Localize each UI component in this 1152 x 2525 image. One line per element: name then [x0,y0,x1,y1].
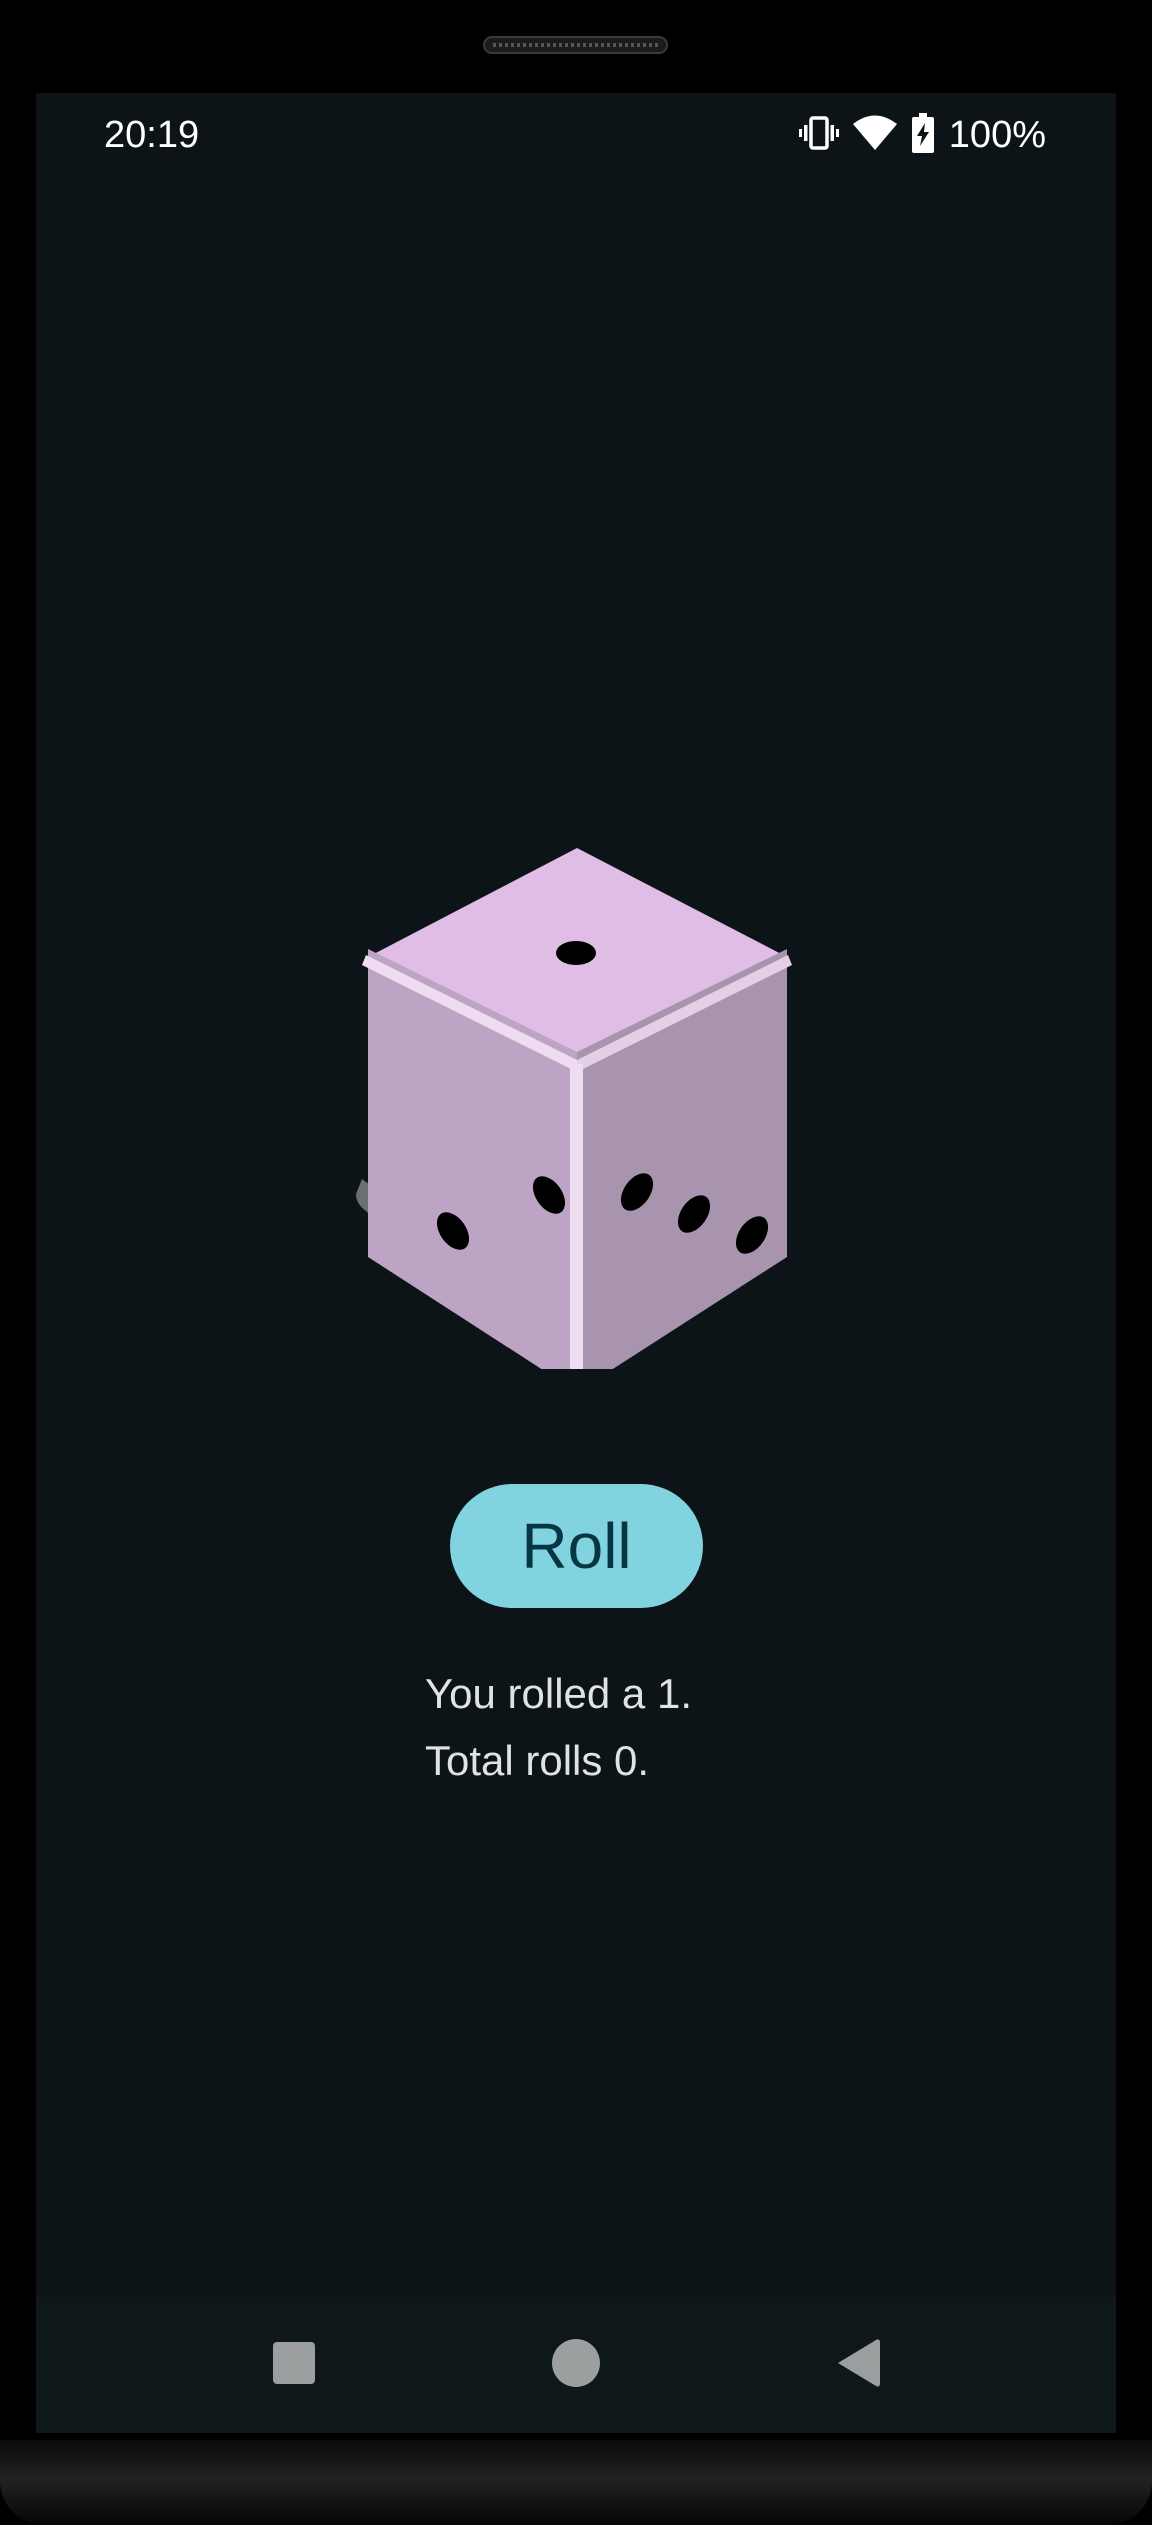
status-icons: 100% [798,111,1046,159]
status-bar: 20:19 100% [36,93,1116,177]
recents-button[interactable] [224,2297,364,2433]
battery-charging-icon [911,112,935,158]
back-icon [836,2338,880,2393]
status-time: 20:19 [104,114,200,156]
rolled-value-text: You rolled a 1. [425,1670,692,1717]
home-icon [552,2338,600,2392]
app-screen: 20:19 100% Roll You rolled a 1. Total ro… [36,93,1116,2433]
recents-icon [273,2341,315,2389]
bottom-bezel [0,2440,1152,2525]
battery-percentage: 100% [948,114,1046,156]
total-rolls-text: Total rolls 0. [425,1737,650,1784]
roll-button[interactable]: Roll [450,1484,703,1608]
dice-graphic [356,848,792,1392]
back-button[interactable] [788,2297,928,2433]
dice-front-edge [570,1064,583,1391]
vibrate-icon [798,115,839,156]
earpiece-speaker [483,36,668,54]
wifi-icon [852,115,897,156]
navigation-bar [36,2297,1116,2433]
dice-pip [556,941,596,965]
roll-result: You rolled a 1. Total rolls 0. [425,1660,692,1794]
dice-image [326,809,826,1392]
home-button[interactable] [506,2297,646,2433]
phone-frame: 20:19 100% Roll You rolled a 1. Total ro… [0,0,1152,2525]
